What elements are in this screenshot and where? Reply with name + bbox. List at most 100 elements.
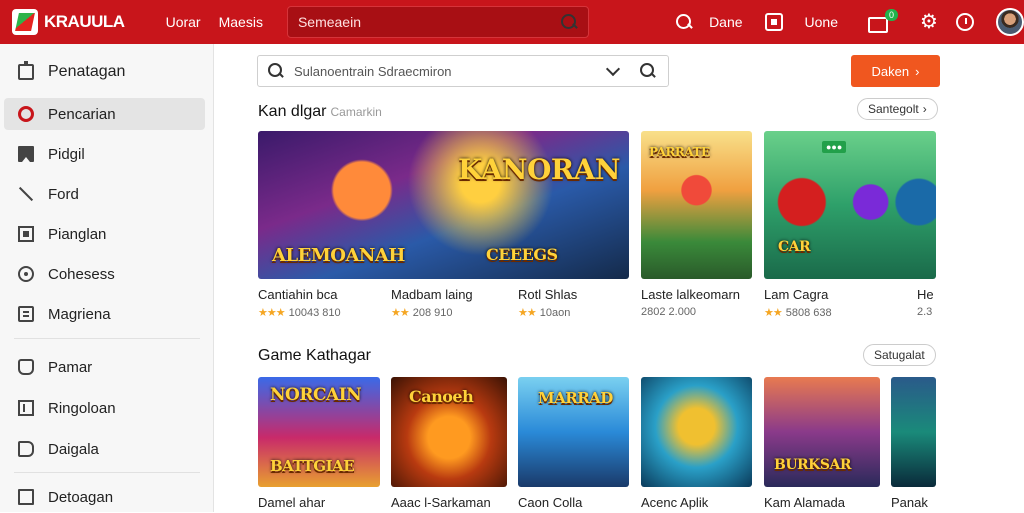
game-meta: 2802 2.000 — [641, 306, 752, 318]
sidebar-divider — [14, 338, 200, 339]
search-icon[interactable] — [640, 63, 656, 79]
sidebar-item-ford[interactable]: Ford — [4, 178, 205, 210]
game-card[interactable]: Acenc Aplik — [641, 377, 752, 510]
thumbnail-title: MARRAD — [538, 389, 613, 407]
clock-icon[interactable] — [956, 13, 974, 31]
game-title: He — [917, 287, 934, 302]
gear-icon[interactable]: ⚙ — [920, 12, 938, 32]
game-meta: ★★★ 10043 810 — [258, 306, 388, 319]
game-card[interactable]: Madbam laing ★★ 208 910 — [391, 287, 511, 319]
game-title: Cantiahin bca — [258, 287, 338, 302]
filter-label: Santegolt — [868, 102, 919, 116]
game-thumbnail[interactable]: Canoeh — [391, 377, 507, 487]
game-card[interactable]: PARRATE Laste lalkeomarn 2802 2.000 — [641, 131, 752, 318]
game-card[interactable]: He 2.3 — [917, 287, 937, 318]
game-thumbnail[interactable]: ●●● CAR — [764, 131, 936, 279]
section-2-filter-button[interactable]: Satugalat — [863, 344, 936, 366]
game-thumbnail[interactable]: NORCAIN BATTGIAE — [258, 377, 380, 487]
sidebar-item-detoagan[interactable]: Detoagan — [4, 481, 205, 513]
game-title: Caon Colla — [518, 495, 583, 510]
game-thumbnail[interactable] — [641, 377, 752, 487]
game-card[interactable]: NORCAIN BATTGIAE Damel ahar — [258, 377, 380, 510]
chat-icon — [18, 266, 34, 282]
section-1-filter-button[interactable]: Santegolt › — [857, 98, 938, 120]
game-card[interactable]: Canoeh Aaac l-Sarkaman — [391, 377, 507, 510]
sidebar-item-ringoloan[interactable]: Ringoloan — [4, 392, 205, 424]
cta-button[interactable]: Daken › — [851, 55, 940, 87]
header-search-input[interactable]: Semeaein — [286, 6, 590, 38]
search-icon[interactable] — [560, 13, 578, 31]
thumbnail-title: NORCAIN — [270, 385, 362, 405]
magazine-icon — [18, 306, 34, 322]
thumbnail-subtitle: BATTGIAE — [270, 457, 355, 475]
sidebar-item-label: Ford — [48, 185, 79, 203]
game-card[interactable]: ●●● CAR Lam Cagra ★★ 5808 638 — [764, 131, 936, 319]
section-title-text: Game Kathagar — [258, 347, 371, 364]
featured-card[interactable]: KANORAN ALEMOANAH CEEEGS — [258, 131, 629, 279]
slash-icon — [18, 186, 34, 202]
header-item-uone[interactable]: Uone — [805, 14, 838, 30]
sidebar-item-pamar[interactable]: Pamar — [4, 351, 205, 383]
sidebar-item-label: Cohesess — [48, 265, 115, 283]
brand-name: KRAUULA — [44, 12, 125, 31]
cta-label: Daken — [871, 63, 910, 79]
rating-stars: ★★ — [518, 307, 537, 319]
sidebar-item-pencarian[interactable]: Pencarian — [4, 98, 205, 130]
game-thumbnail[interactable]: MARRAD — [518, 377, 629, 487]
thumbnail-title: Canoeh — [409, 387, 474, 406]
game-thumbnail[interactable]: KANORAN ALEMOANAH CEEEGS — [258, 131, 629, 279]
section-title-categories: Game Kathagar — [258, 347, 371, 365]
game-thumbnail[interactable]: BURKSAR — [764, 377, 880, 487]
search-icon — [268, 63, 284, 79]
sidebar-item-label: Daigala — [48, 440, 99, 458]
nav-link-1[interactable]: Uorar — [166, 14, 201, 30]
game-title: Lam Cagra — [764, 287, 829, 302]
game-stats: 2802 2.000 — [641, 306, 697, 318]
sidebar-item-label: Detoagan — [48, 488, 114, 506]
header-item-dane[interactable]: Dane — [709, 14, 742, 30]
header-right-group: Dane Uone 0 ⚙ — [675, 8, 1024, 36]
game-thumbnail[interactable]: PARRATE — [641, 131, 752, 279]
brand-logo-mark — [12, 9, 38, 35]
game-title: Damel ahar — [258, 495, 326, 510]
game-thumbnail[interactable] — [891, 377, 936, 487]
sidebar-item-label: Penatagan — [48, 63, 126, 80]
book-icon — [18, 489, 34, 505]
game-card[interactable]: Panak — [891, 377, 936, 510]
game-card[interactable]: Cantiahin bca ★★★ 10043 810 — [258, 287, 388, 319]
arrow-right-icon: › — [915, 63, 920, 79]
sidebar-item-pianglan[interactable]: Pianglan — [4, 218, 205, 250]
inbox-icon[interactable] — [764, 13, 783, 31]
list-icon — [18, 400, 34, 416]
rating-stars: ★★★ — [258, 307, 286, 319]
cart-icon[interactable]: 0 — [868, 9, 898, 33]
game-card[interactable]: BURKSAR Kam Alamada — [764, 377, 880, 510]
game-stats: 10aon — [539, 307, 571, 319]
main-search-placeholder: Sulanoentrain Sdraecmiron — [294, 63, 452, 79]
game-title: Aaac l-Sarkaman — [391, 495, 491, 510]
award-icon — [18, 359, 34, 375]
nav-link-2[interactable]: Maesis — [219, 14, 263, 30]
sidebar-item-magriena[interactable]: Magriena — [4, 298, 205, 330]
thumbnail-title: PARRATE — [649, 145, 710, 159]
game-title: Madbam laing — [391, 287, 473, 302]
game-stats: 208 910 — [412, 307, 453, 319]
bookmark-icon — [18, 146, 34, 162]
game-meta: ★★ 208 910 — [391, 306, 511, 319]
game-chip: ●●● — [822, 141, 847, 153]
sidebar-item-cohesess[interactable]: Cohesess — [4, 258, 205, 290]
avatar[interactable] — [996, 8, 1024, 36]
game-meta: 2.3 — [917, 306, 937, 318]
main-search-input[interactable]: Sulanoentrain Sdraecmiron — [257, 55, 669, 87]
section-subtitle: Camarkin — [330, 105, 382, 119]
thumbnail-title: KANORAN — [458, 153, 621, 186]
chevron-down-icon[interactable] — [605, 61, 621, 76]
sidebar-item-daigala[interactable]: Daigala — [4, 433, 205, 465]
sidebar-item-penatagan[interactable]: Penatagan — [4, 56, 205, 88]
brand-logo[interactable]: KRAUULA — [12, 9, 142, 35]
game-card[interactable]: MARRAD Caon Colla — [518, 377, 629, 510]
sidebar-item-label: Pianglan — [48, 225, 107, 243]
game-card[interactable]: Rotl Shlas ★★ 10aon — [518, 287, 628, 319]
search-icon[interactable] — [675, 13, 693, 31]
sidebar-item-pidgil[interactable]: Pidgil — [4, 138, 205, 170]
